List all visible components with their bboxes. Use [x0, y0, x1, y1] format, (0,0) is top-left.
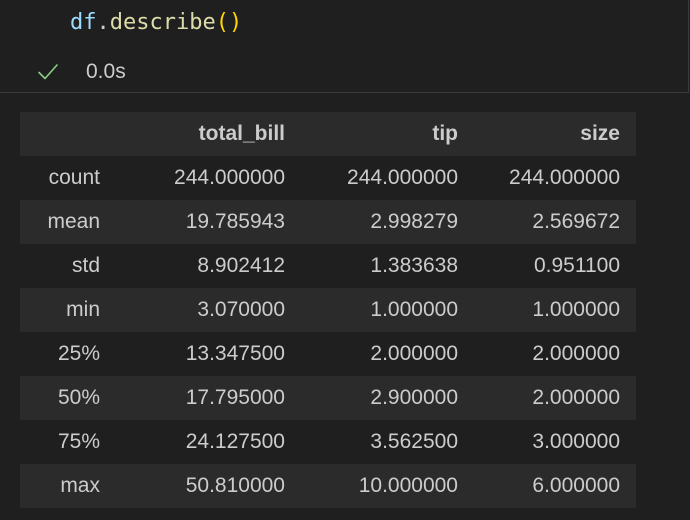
table-cell: 8.902412	[197, 254, 285, 277]
table-cell: 6.000000	[532, 474, 620, 497]
row-label: 75%	[57, 430, 100, 453]
table-cell: 244.000000	[174, 166, 285, 189]
table-row: 50% 17.795000 2.900000 2.000000	[20, 376, 636, 420]
table-cell: 17.795000	[185, 386, 285, 409]
table-cell: 0.951100	[533, 254, 620, 277]
code-cell[interactable]: df.describe() 0.0s	[0, 0, 689, 93]
row-label: 25%	[57, 342, 100, 365]
row-label: std	[71, 254, 100, 277]
table-cell: 244.000000	[347, 166, 458, 189]
code-parens: ()	[215, 10, 243, 35]
code-variable: df	[70, 10, 97, 35]
table-cell: 50.810000	[185, 474, 285, 497]
row-label: max	[60, 474, 100, 497]
table-cell: 1.000000	[370, 298, 458, 321]
table-cell: 1.000000	[532, 298, 620, 321]
table-cell: 24.127500	[185, 430, 285, 453]
table-row: 75% 24.127500 3.562500 3.000000	[20, 420, 636, 464]
code-dot: .	[96, 10, 110, 35]
table-row: min 3.070000 1.000000 1.000000	[20, 288, 636, 332]
table-cell: 244.000000	[509, 166, 620, 189]
table-cell: 10.000000	[358, 474, 458, 497]
table-cell: 3.070000	[197, 298, 285, 321]
table-cell: 2.569672	[532, 210, 620, 233]
column-header: tip	[432, 122, 458, 145]
check-icon	[36, 60, 60, 84]
execution-status: 0.0s	[36, 58, 126, 86]
table-header-row: total_bill tip size	[20, 112, 636, 156]
describe-table: total_bill tip size count 244.000000 244…	[20, 112, 636, 508]
table-cell: 2.998279	[370, 210, 458, 233]
index-header	[20, 112, 112, 156]
table-cell: 2.000000	[370, 342, 458, 365]
table-row: max 50.810000 10.000000 6.000000	[20, 464, 636, 508]
execution-time: 0.0s	[86, 60, 126, 83]
table-row: std 8.902412 1.383638 0.951100	[20, 244, 636, 288]
row-label: count	[48, 166, 100, 189]
row-label: 50%	[57, 386, 100, 409]
table-cell: 3.562500	[370, 430, 458, 453]
row-label: min	[66, 298, 100, 321]
table-cell: 2.000000	[532, 342, 620, 365]
column-header: size	[580, 122, 620, 145]
column-header: total_bill	[198, 122, 285, 145]
code-line[interactable]: df.describe()	[70, 8, 242, 38]
table-cell: 1.383638	[370, 254, 458, 277]
table-cell: 2.000000	[532, 386, 620, 409]
table-cell: 3.000000	[532, 430, 620, 453]
row-label: mean	[47, 210, 100, 233]
cell-output: total_bill tip size count 244.000000 244…	[20, 112, 636, 508]
table-cell: 13.347500	[185, 342, 285, 365]
table-cell: 2.900000	[370, 386, 458, 409]
table-row: count 244.000000 244.000000 244.000000	[20, 156, 636, 200]
table-cell: 19.785943	[185, 210, 285, 233]
code-function: describe	[109, 10, 216, 35]
table-row: mean 19.785943 2.998279 2.569672	[20, 200, 636, 244]
table-row: 25% 13.347500 2.000000 2.000000	[20, 332, 636, 376]
